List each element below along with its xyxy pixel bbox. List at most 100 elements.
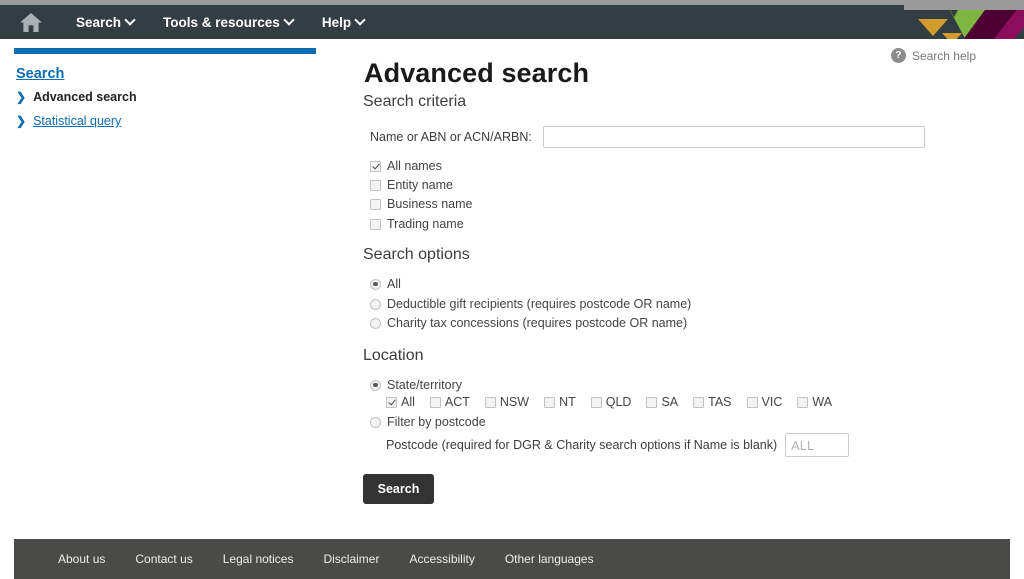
checkbox-all-names[interactable]: All names [370, 159, 442, 173]
checkbox-state-qld-label: QLD [605, 395, 632, 409]
radio-option-charity-tax-concessions-label: Charity tax concessions (requires postco… [387, 316, 688, 330]
site-header: Search Tools & resources Help [0, 5, 1024, 39]
sidebar-accent-rule [14, 48, 316, 54]
home-button[interactable] [0, 5, 62, 39]
checkbox-state-nsw-label: NSW [499, 395, 530, 409]
checkbox-state-vic-label: VIC [761, 395, 783, 409]
state-territory-checkbox-group: All ACT NSW NT QLD SA TAS VIC WA [386, 395, 847, 409]
nav-item-help[interactable]: Help [308, 5, 379, 39]
home-icon [19, 12, 43, 33]
main-content: Advanced search ? Search help Search cri… [330, 39, 1024, 519]
search-help-link[interactable]: ? Search help [890, 48, 976, 63]
checkbox-icon-unchecked [370, 198, 381, 210]
checkbox-trading-name-label: Trading name [387, 217, 464, 231]
name-search-input[interactable] [542, 126, 925, 148]
sidebar-item-statistical-query[interactable]: ❯ Statistical query [16, 114, 121, 129]
checkbox-icon-unchecked [646, 396, 658, 408]
checkbox-icon-unchecked [370, 179, 381, 191]
radio-option-deductible-gift-recipients[interactable]: Deductible gift recipients (requires pos… [370, 297, 691, 311]
checkbox-state-wa[interactable]: WA [797, 395, 832, 409]
checkbox-state-nt-label: NT [559, 395, 576, 409]
checkbox-icon-unchecked [429, 396, 441, 408]
chevron-down-icon [356, 16, 365, 25]
checkbox-icon-unchecked [693, 396, 705, 408]
checkbox-entity-name-label: Entity name [387, 178, 454, 192]
radio-location-state-territory-label: State/territory [387, 378, 463, 392]
radio-location-filter-by-postcode-label: Filter by postcode [387, 415, 486, 429]
radio-location-state-territory[interactable]: State/territory [370, 378, 462, 392]
footer-link-contact-us[interactable]: Contact us [135, 552, 192, 566]
checkbox-state-nt[interactable]: NT [544, 395, 576, 409]
checkbox-all-names-label: All names [387, 159, 442, 173]
checkbox-state-all[interactable]: All [386, 395, 415, 409]
nav-item-tools-and-resources-label: Tools & resources [163, 14, 280, 30]
checkbox-icon-unchecked [484, 396, 496, 408]
footer-link-disclaimer[interactable]: Disclaimer [323, 552, 379, 566]
postcode-field-label: Postcode (required for DGR & Charity sea… [386, 438, 778, 452]
checkbox-state-tas[interactable]: TAS [693, 395, 732, 409]
brand-logo [904, 5, 1024, 39]
checkbox-icon-checked [370, 160, 381, 172]
sidebar-item-statistical-query-label: Statistical query [33, 114, 122, 128]
footer-link-accessibility[interactable]: Accessibility [409, 552, 474, 566]
site-footer: About us Contact us Legal notices Discla… [14, 539, 1010, 579]
name-search-row: Name or ABN or ACN/ARBN: [370, 126, 925, 148]
checkbox-business-name-label: Business name [387, 197, 473, 211]
section-heading-search-options: Search options [363, 246, 470, 263]
chevron-down-icon [126, 16, 135, 25]
radio-icon-unselected [370, 298, 381, 310]
chevron-right-icon: ❯ [16, 90, 27, 104]
checkbox-icon-unchecked [370, 218, 381, 230]
checkbox-state-sa-label: SA [661, 395, 679, 409]
radio-icon-unselected [370, 317, 381, 329]
checkbox-state-vic[interactable]: VIC [746, 395, 783, 409]
section-heading-search-criteria: Search criteria [363, 93, 467, 110]
primary-navigation: Search Tools & resources Help [0, 5, 379, 39]
page-title: Advanced search [364, 58, 590, 89]
checkbox-business-name[interactable]: Business name [370, 197, 472, 211]
radio-icon-selected [370, 278, 381, 290]
checkbox-state-nsw[interactable]: NSW [484, 395, 530, 409]
chevron-down-icon [285, 16, 294, 25]
radio-icon-selected [370, 379, 381, 391]
sidebar: Search ❯ Advanced search ❯ Statistical q… [0, 39, 330, 519]
nav-item-search[interactable]: Search [62, 5, 149, 39]
checkbox-state-wa-label: WA [812, 395, 833, 409]
checkbox-state-qld[interactable]: QLD [590, 395, 632, 409]
footer-link-about-us[interactable]: About us [58, 552, 105, 566]
radio-option-all[interactable]: All [370, 277, 401, 291]
radio-option-charity-tax-concessions[interactable]: Charity tax concessions (requires postco… [370, 316, 687, 330]
checkbox-state-act-label: ACT [444, 395, 470, 409]
nav-item-tools-and-resources[interactable]: Tools & resources [149, 5, 308, 39]
search-submit-button[interactable]: Search [363, 474, 434, 504]
name-field-label: Name or ABN or ACN/ARBN: [370, 130, 532, 144]
postcode-input[interactable] [785, 433, 850, 457]
nav-item-search-label: Search [76, 14, 122, 30]
checkbox-icon-unchecked [797, 396, 809, 408]
nav-item-help-label: Help [321, 14, 352, 30]
checkbox-icon-unchecked [746, 396, 758, 408]
chevron-right-icon: ❯ [16, 114, 27, 128]
question-mark-icon: ? [890, 48, 906, 63]
radio-option-deductible-gift-recipients-label: Deductible gift recipients (requires pos… [387, 297, 692, 311]
checkbox-state-sa[interactable]: SA [646, 395, 678, 409]
checkbox-state-act[interactable]: ACT [429, 395, 470, 409]
section-heading-location: Location [363, 347, 424, 364]
checkbox-icon-unchecked [590, 396, 602, 408]
checkbox-state-all-label: All [401, 395, 415, 409]
footer-link-other-languages[interactable]: Other languages [505, 552, 594, 566]
checkbox-icon-unchecked [544, 396, 556, 408]
sidebar-heading-search[interactable]: Search [16, 66, 64, 82]
checkbox-state-tas-label: TAS [708, 395, 732, 409]
search-help-label: Search help [911, 48, 976, 63]
sidebar-item-advanced-search-label: Advanced search [33, 90, 137, 104]
checkbox-icon-checked [386, 396, 397, 408]
sidebar-item-advanced-search[interactable]: ❯ Advanced search [16, 90, 137, 105]
radio-location-filter-by-postcode[interactable]: Filter by postcode [370, 415, 486, 429]
radio-icon-unselected [370, 416, 381, 428]
radio-option-all-label: All [387, 277, 401, 291]
checkbox-entity-name[interactable]: Entity name [370, 178, 453, 192]
footer-link-legal-notices[interactable]: Legal notices [223, 552, 294, 566]
postcode-row: Postcode (required for DGR & Charity sea… [386, 433, 850, 457]
checkbox-trading-name[interactable]: Trading name [370, 217, 464, 231]
